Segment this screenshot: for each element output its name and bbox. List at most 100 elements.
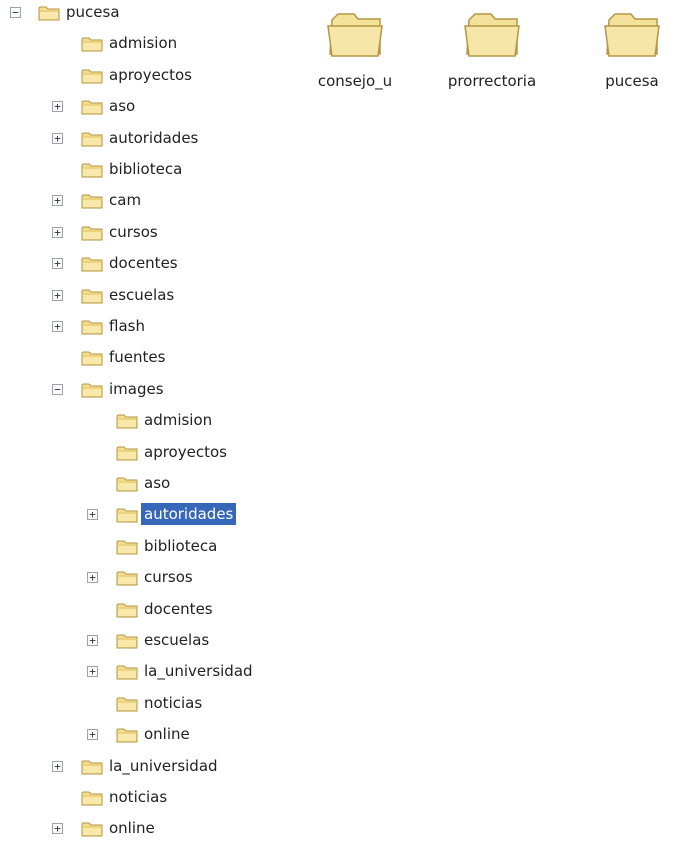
tree-item-label[interactable]: docentes (106, 252, 181, 274)
folder-icon (116, 538, 138, 556)
folder-icon (81, 758, 103, 776)
tree-item-admision[interactable]: admision (0, 408, 300, 434)
panel-folder-label: prorrectoria (447, 72, 537, 90)
tree-item-label[interactable]: escuelas (141, 629, 212, 651)
tree-item-online[interactable]: + online (0, 722, 300, 748)
expand-icon[interactable]: + (52, 823, 63, 835)
panel-folder-consejo-u[interactable]: consejo_u (310, 10, 400, 90)
tree-item-label[interactable]: la_universidad (106, 755, 221, 777)
expand-icon[interactable]: + (87, 729, 98, 741)
folder-icon (116, 601, 138, 619)
collapse-icon[interactable]: − (10, 7, 21, 18)
panel-folder-label: pucesa (605, 72, 659, 90)
tree-item-la-universidad[interactable]: + la_universidad (0, 659, 300, 685)
expand-icon[interactable]: + (52, 289, 63, 301)
folder-icon (116, 569, 138, 587)
tree-item-label[interactable]: cursos (141, 566, 196, 588)
tree-item-label[interactable]: aso (141, 472, 173, 494)
tree-item-label[interactable]: biblioteca (106, 158, 185, 180)
folder-icon (81, 318, 103, 336)
tree-item-flash[interactable]: + flash (0, 314, 300, 340)
tree-item-label[interactable]: fuentes (106, 346, 168, 368)
tree-item-online[interactable]: + online (0, 816, 300, 842)
folder-icon (38, 4, 60, 22)
folder-icon (81, 67, 103, 85)
panel-folder-pucesa[interactable]: pucesa (587, 10, 677, 90)
folder-icon (116, 444, 138, 462)
folder-icon (601, 10, 663, 62)
expand-icon[interactable]: + (87, 635, 98, 646)
tree-item-label[interactable]: pucesa (63, 1, 123, 23)
tree-item-label[interactable]: escuelas (106, 284, 177, 306)
tree-item-docentes[interactable]: + docentes (0, 251, 300, 277)
expand-icon[interactable]: + (87, 666, 98, 678)
collapse-icon[interactable]: − (52, 383, 63, 395)
tree-item-autoridades[interactable]: + autoridades (0, 126, 300, 152)
folder-icon (81, 349, 103, 367)
tree-item-label[interactable]: docentes (141, 598, 216, 620)
tree-item-biblioteca[interactable]: biblioteca (0, 157, 300, 183)
folder-icon (81, 192, 103, 210)
tree-item-label[interactable]: images (106, 378, 167, 400)
expand-icon[interactable]: + (87, 509, 98, 521)
tree-item-la-universidad[interactable]: + la_universidad (0, 754, 300, 780)
folder-icon (116, 506, 138, 524)
tree-item-escuelas[interactable]: + escuelas (0, 283, 300, 309)
panel-folder-prorrectoria[interactable]: prorrectoria (447, 10, 537, 90)
folder-icon (116, 412, 138, 430)
tree-item-escuelas[interactable]: + escuelas (0, 628, 300, 654)
panel-folder-label: consejo_u (317, 72, 393, 90)
folder-icon (116, 663, 138, 681)
folder-tree[interactable]: − pucesa admision aproyectos + aso + autor… (0, 0, 300, 865)
folder-icon (116, 632, 138, 650)
tree-item-aproyectos[interactable]: aproyectos (0, 440, 300, 466)
folder-icon (81, 98, 103, 116)
tree-item-docentes[interactable]: docentes (0, 597, 300, 623)
tree-item-cam[interactable]: + cam (0, 188, 300, 214)
tree-item-admision[interactable]: admision (0, 31, 300, 57)
tree-item-label[interactable]: cursos (106, 221, 161, 243)
tree-item-label[interactable]: autoridades (106, 127, 201, 149)
tree-item-label[interactable]: autoridades (141, 503, 237, 526)
expand-icon[interactable]: + (52, 760, 63, 772)
tree-item-label[interactable]: noticias (141, 692, 205, 714)
expand-icon[interactable]: + (52, 321, 63, 332)
expand-icon[interactable]: + (52, 101, 63, 113)
expand-icon[interactable]: + (87, 572, 98, 584)
tree-item-pucesa[interactable]: − pucesa (0, 0, 300, 26)
tree-item-label[interactable]: online (141, 723, 193, 745)
folder-icon (116, 475, 138, 493)
tree-item-aso[interactable]: aso (0, 471, 300, 497)
tree-item-aproyectos[interactable]: aproyectos (0, 63, 300, 89)
folder-icon (81, 130, 103, 148)
expand-icon[interactable]: + (52, 195, 63, 207)
folder-icon (81, 789, 103, 807)
expand-icon[interactable]: + (52, 258, 63, 270)
folder-icon (81, 224, 103, 242)
folder-icon (81, 820, 103, 838)
tree-item-label[interactable]: online (106, 817, 158, 839)
tree-item-label[interactable]: admision (106, 32, 180, 54)
tree-item-aso[interactable]: + aso (0, 94, 300, 120)
tree-item-label[interactable]: cam (106, 189, 144, 211)
tree-item-label[interactable]: la_universidad (141, 660, 256, 682)
expand-icon[interactable]: + (52, 226, 63, 238)
tree-item-noticias[interactable]: noticias (0, 785, 300, 811)
tree-item-label[interactable]: aso (106, 95, 138, 117)
tree-item-label[interactable]: aproyectos (106, 64, 195, 86)
tree-item-images[interactable]: − images (0, 377, 300, 403)
folder-icon (116, 695, 138, 713)
tree-item-autoridades[interactable]: + autoridades (0, 502, 300, 528)
folder-icon (461, 10, 523, 62)
tree-item-label[interactable]: noticias (106, 786, 170, 808)
expand-icon[interactable]: + (52, 132, 63, 144)
tree-item-label[interactable]: admision (141, 409, 215, 431)
tree-item-cursos[interactable]: + cursos (0, 220, 300, 246)
tree-item-fuentes[interactable]: fuentes (0, 345, 300, 371)
tree-item-cursos[interactable]: + cursos (0, 565, 300, 591)
tree-item-label[interactable]: aproyectos (141, 441, 230, 463)
tree-item-label[interactable]: biblioteca (141, 535, 220, 557)
tree-item-biblioteca[interactable]: biblioteca (0, 534, 300, 560)
tree-item-noticias[interactable]: noticias (0, 691, 300, 717)
tree-item-label[interactable]: flash (106, 315, 148, 337)
